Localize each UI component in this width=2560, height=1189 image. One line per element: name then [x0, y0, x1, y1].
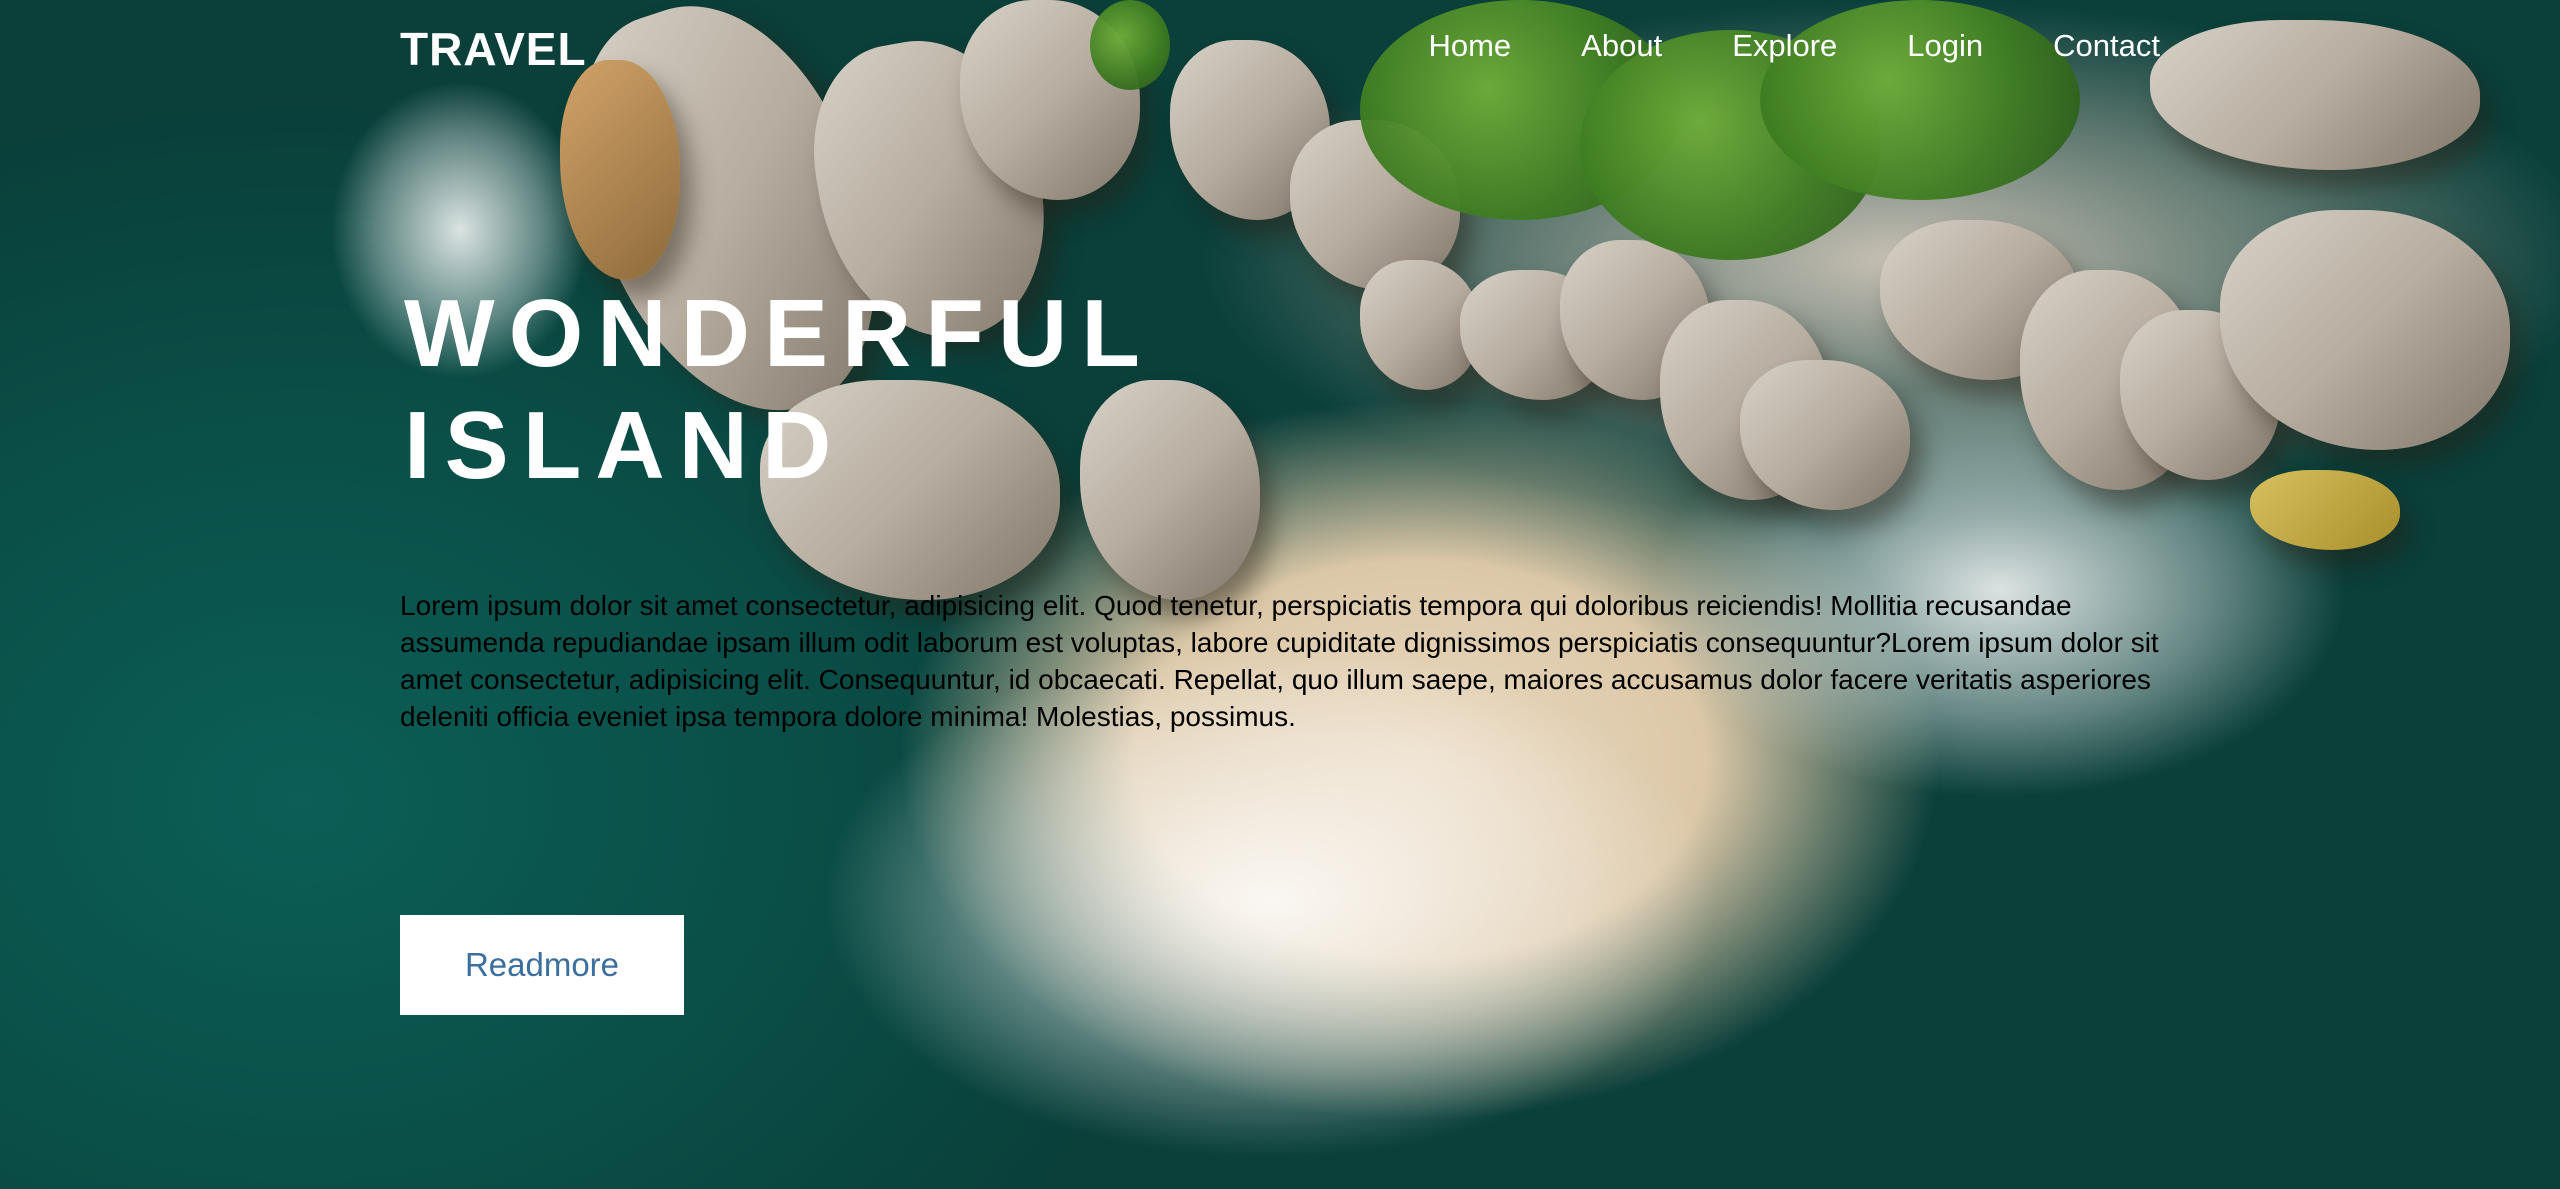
nav-link-explore[interactable]: Explore [1732, 28, 1837, 64]
nav-link-login[interactable]: Login [1907, 28, 1983, 64]
hero-background-image: TRAVEL Home About Explore Login Contact … [0, 0, 2560, 1189]
readmore-button[interactable]: Readmore [400, 915, 684, 1015]
nav-link-home[interactable]: Home [1428, 28, 1511, 64]
nav-link-contact[interactable]: Contact [2053, 28, 2160, 64]
site-logo[interactable]: TRAVEL [400, 22, 587, 76]
nav-menu: Home About Explore Login Contact [1428, 28, 2160, 64]
nav-link-about[interactable]: About [1581, 28, 1662, 64]
hero-title-line1: WONDERFUL [404, 280, 1154, 387]
top-navigation: TRAVEL Home About Explore Login Contact [0, 0, 2560, 96]
hero-title-line2: ISLAND [404, 392, 846, 499]
hero-description: Lorem ipsum dolor sit amet consectetur, … [400, 590, 2159, 732]
hero-title: WONDERFUL ISLAND [404, 278, 1154, 502]
